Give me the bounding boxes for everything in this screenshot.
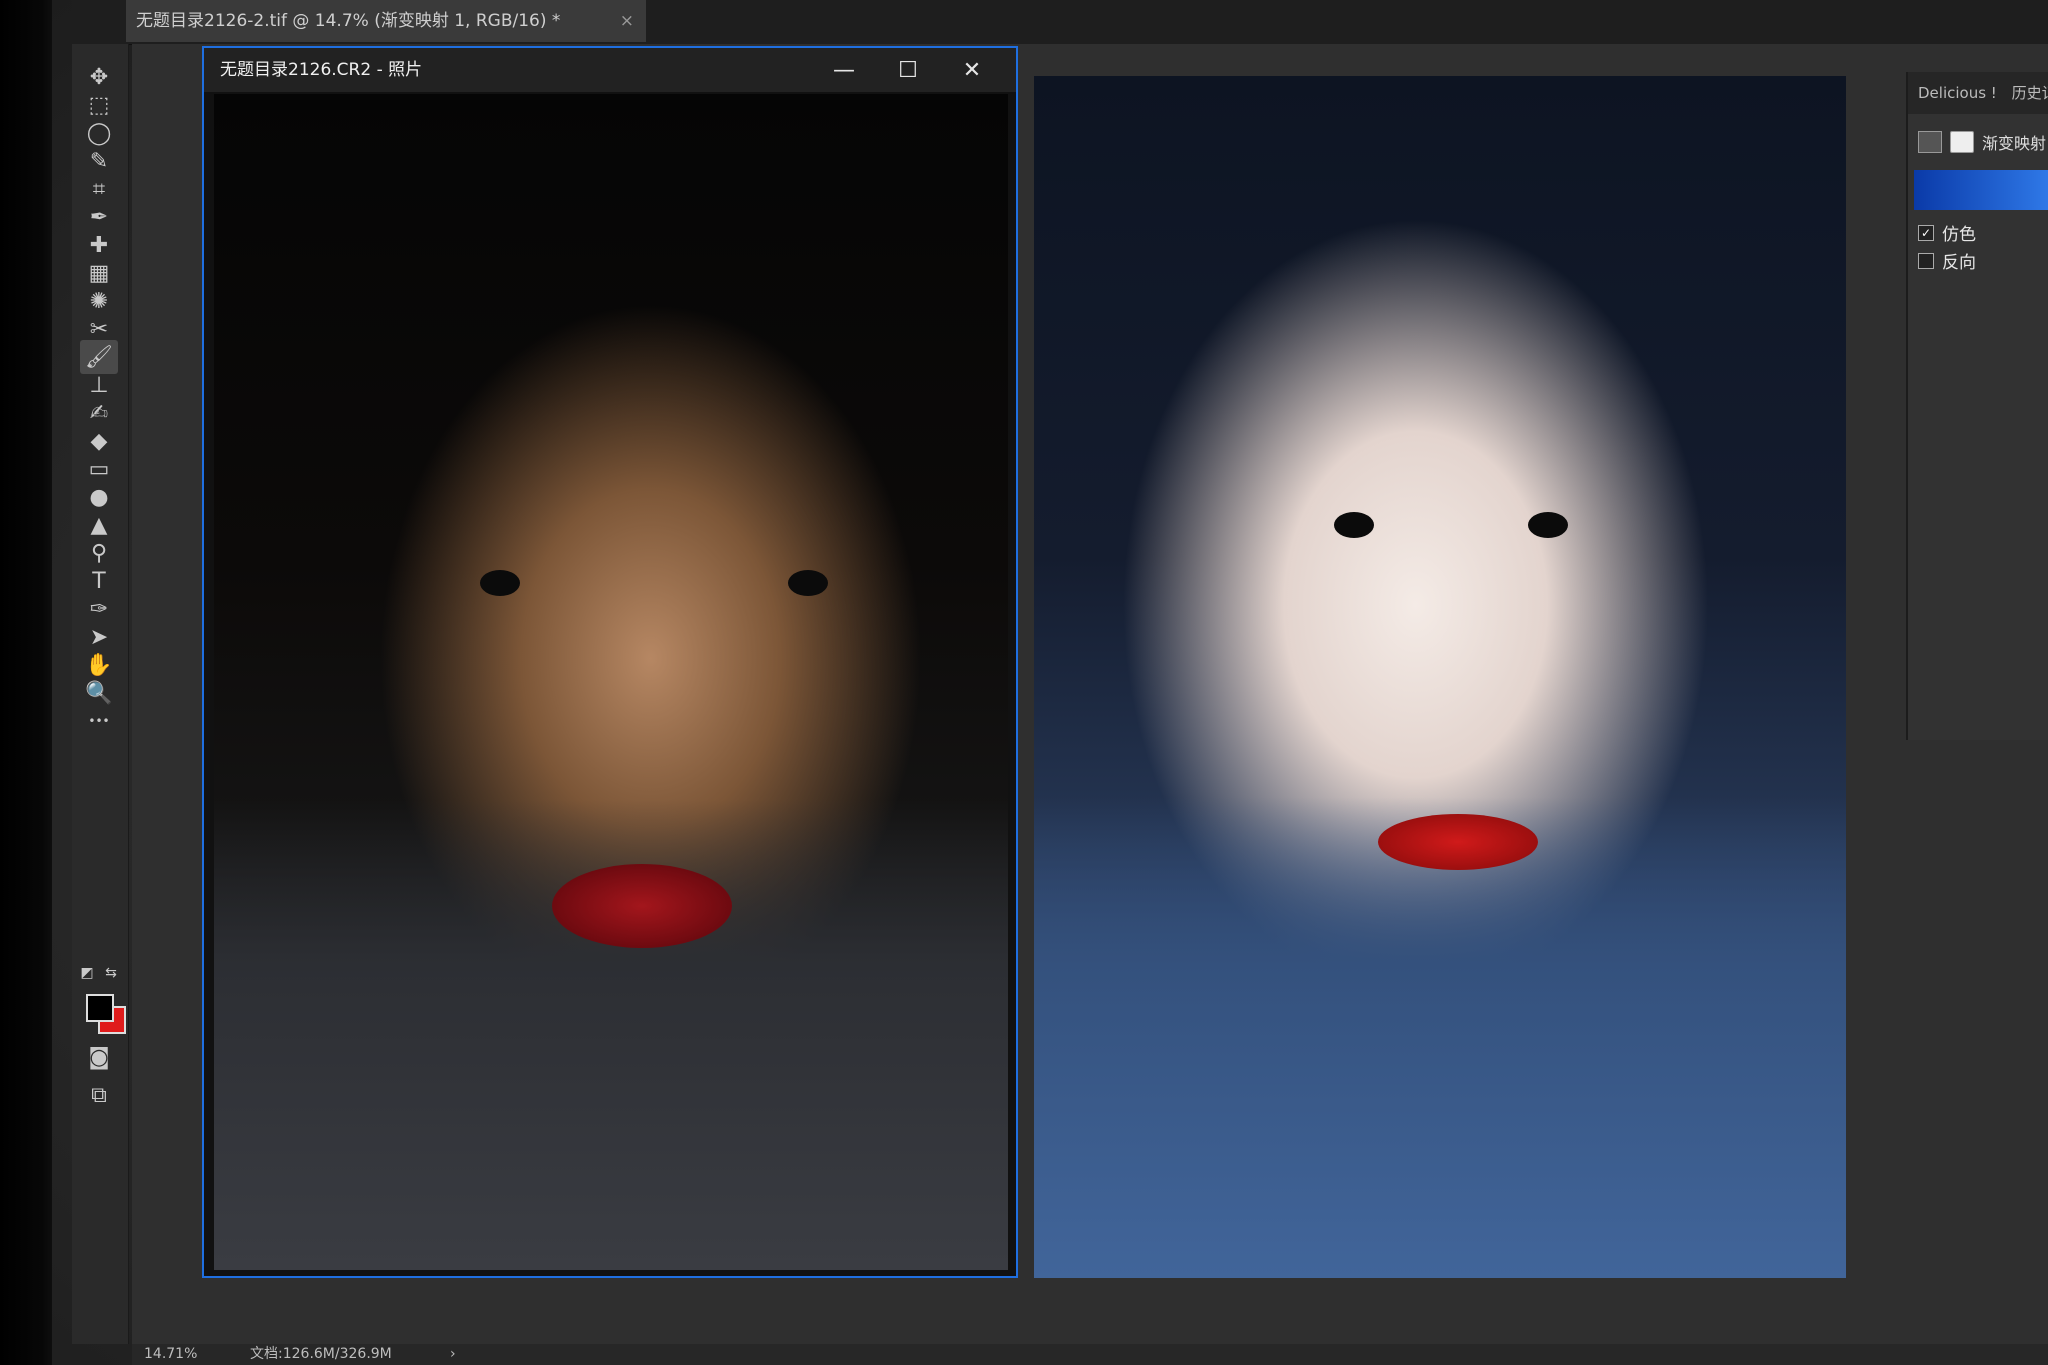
left-eye — [480, 570, 520, 596]
tools-panel: ◩ ⇆ ◙ ⧉ ✥ ⬚ ◯ ✎ ⌗ ✒ ✚ ▦ ✺ ✂ 🖌 ⊥ ✍ ◆ ▭ ● ▲ ⚲ T ✑ ➤ ✋ 🔍 ••• — [72, 44, 129, 1344]
adjustment-layer-row: 渐变映射 — [1918, 124, 2048, 160]
adjustment-layer-label: 渐变映射 — [1982, 134, 2047, 153]
screen-mode-icon[interactable]: ⧉ — [80, 1078, 118, 1112]
quick-mask-icon[interactable]: ◙ — [80, 1040, 118, 1074]
dither-label: 仿色 — [1942, 225, 1976, 245]
status-menu-arrow[interactable]: › — [450, 1344, 456, 1365]
photo-viewer-window[interactable]: 无题目录2126.CR2 - 照片 — ☐ ✕ — [202, 46, 1018, 1278]
original-portrait-image — [214, 94, 1008, 1270]
lips — [552, 864, 732, 948]
right-eye — [788, 570, 828, 596]
zoom-level[interactable]: 14.71% — [144, 1344, 197, 1365]
gradient-preview-bar[interactable] — [1914, 170, 2048, 210]
tab-history[interactable]: 历史记 — [2002, 84, 2048, 102]
close-button[interactable]: ✕ — [942, 48, 1002, 92]
reverse-label: 反向 — [1942, 253, 1976, 273]
right-eye — [1528, 512, 1568, 538]
maximize-button[interactable]: ☐ — [878, 48, 938, 92]
panel-tabs: Delicious ! 历史记 — [1908, 72, 2048, 114]
foreground-color-swatch[interactable] — [86, 994, 114, 1022]
monitor-bezel — [0, 0, 60, 1365]
photo-window-title: 无题目录2126.CR2 - 照片 — [220, 60, 423, 80]
reverse-checkbox[interactable] — [1918, 252, 1934, 269]
status-bar: 14.71% 文档:126.6M/326.9M › — [132, 1344, 2048, 1365]
mask-icon[interactable] — [1950, 131, 1974, 153]
document-size-info: 文档:126.6M/326.9M — [250, 1346, 392, 1362]
document-tab-title: 无题目录2126-2.tif @ 14.7% (渐变映射 1, RGB/16) … — [136, 11, 561, 31]
left-eye — [1334, 512, 1374, 538]
dither-option[interactable]: ✓ 仿色 — [1918, 220, 1976, 245]
close-tab-icon[interactable]: × — [620, 0, 634, 42]
more-tools-icon[interactable]: ••• — [80, 704, 118, 738]
dither-checkbox[interactable]: ✓ — [1918, 224, 1934, 241]
adjustment-icon — [1918, 131, 1942, 153]
lips — [1378, 814, 1538, 870]
retouched-portrait-image — [1034, 76, 1846, 1278]
reverse-option[interactable]: 反向 — [1918, 248, 1976, 273]
tab-delicious[interactable]: Delicious ! — [1908, 84, 1997, 102]
minimize-button[interactable]: — — [814, 48, 874, 92]
default-colors-icon[interactable]: ◩ — [76, 962, 98, 984]
swap-colors-icon[interactable]: ⇆ — [100, 962, 122, 984]
properties-panel: Delicious ! 历史记 渐变映射 ✓ 仿色 反向 — [1906, 72, 2048, 740]
document-tab[interactable]: 无题目录2126-2.tif @ 14.7% (渐变映射 1, RGB/16) … — [126, 0, 646, 42]
document-tab-bar: » 无题目录2126-2.tif @ 14.7% (渐变映射 1, RGB/16… — [72, 0, 2048, 45]
